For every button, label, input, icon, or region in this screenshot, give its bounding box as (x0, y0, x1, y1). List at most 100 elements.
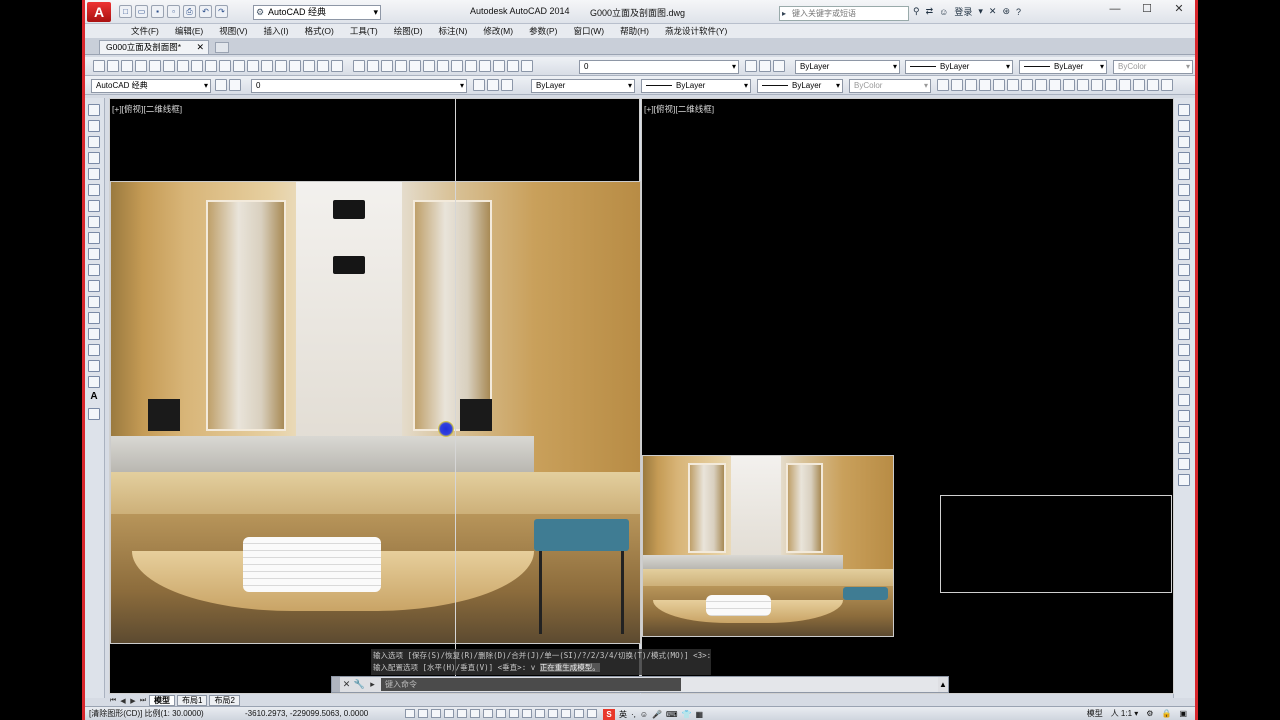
move-icon[interactable] (1178, 184, 1190, 196)
prev-tab-icon[interactable]: ◀ (119, 697, 127, 705)
plot-icon[interactable]: ⎙ (183, 5, 196, 18)
line-icon[interactable] (88, 104, 100, 116)
draworder-icon[interactable] (1178, 394, 1190, 406)
qp-icon[interactable] (561, 709, 571, 718)
chamfer-icon[interactable] (1178, 328, 1190, 340)
help-icon[interactable]: ? (1016, 7, 1021, 17)
workspace-combo[interactable]: AutoCAD 经典 (91, 79, 211, 93)
spline-icon[interactable] (88, 232, 100, 244)
skin-icon[interactable]: 👕 (682, 708, 692, 720)
break-icon[interactable] (1178, 296, 1190, 308)
bathroom-render-image[interactable] (110, 181, 641, 644)
wrench-icon[interactable]: 🔧 (353, 679, 366, 690)
close-icon[interactable]: ✕ (340, 679, 353, 690)
plotstyle-combo[interactable]: ByColor (849, 79, 931, 93)
first-tab-icon[interactable]: ⏮ (109, 697, 117, 705)
exchange-icon[interactable]: ⇄ (926, 6, 934, 17)
clean-screen-icon[interactable]: ▣ (1179, 707, 1187, 720)
new-icon[interactable]: □ (119, 5, 132, 18)
undo-icon[interactable]: ↶ (199, 5, 212, 18)
mic-icon[interactable]: 🎤 (652, 708, 662, 720)
tool-palette-icon[interactable] (479, 60, 491, 72)
snap-icon[interactable] (418, 709, 428, 718)
recent-commands-icon[interactable]: ▸ (366, 679, 379, 690)
annotation-scale[interactable]: 人 1:1 ▾ (1111, 707, 1139, 720)
layer-manager-icon[interactable] (229, 79, 241, 91)
quick-dim-icon[interactable] (1049, 79, 1061, 91)
save-as-icon[interactable]: ▫ (167, 5, 180, 18)
menu-help[interactable]: 帮助(H) (612, 24, 657, 38)
layer-previous-icon[interactable] (487, 79, 499, 91)
redo-icon[interactable] (367, 60, 379, 72)
search-input[interactable]: 键入关键字或短语 (779, 6, 909, 21)
text-icon[interactable]: A (88, 392, 100, 404)
binoculars-icon[interactable]: ⚲ (913, 6, 920, 17)
hatch-icon[interactable] (88, 328, 100, 340)
baseline-icon[interactable] (1063, 79, 1075, 91)
break-at-point-icon[interactable] (1178, 280, 1190, 292)
inspect-icon[interactable] (1147, 79, 1159, 91)
close-button[interactable]: ✕ (1163, 0, 1195, 18)
stretch-icon[interactable] (1178, 232, 1190, 244)
bathroom-render-thumbnail[interactable] (642, 455, 894, 637)
make-current-icon[interactable] (473, 79, 485, 91)
mirror-icon[interactable] (1178, 136, 1190, 148)
layer-prev-icon[interactable] (759, 60, 771, 72)
explode-icon[interactable] (1178, 376, 1190, 388)
trim-icon[interactable] (1178, 248, 1190, 260)
menu-tools[interactable]: 工具(T) (342, 24, 386, 38)
zoom-window-icon[interactable] (409, 60, 421, 72)
app-store-icon[interactable]: ✕ (989, 6, 997, 17)
lock-icon[interactable]: 🔒 (1161, 707, 1171, 720)
tab-layout1[interactable]: 布局1 (177, 695, 208, 706)
copy-icon[interactable] (1178, 120, 1190, 132)
next-tab-icon[interactable]: ▶ (129, 697, 137, 705)
markup-icon[interactable] (507, 60, 519, 72)
array-icon[interactable] (1178, 168, 1190, 180)
paste-icon[interactable] (205, 60, 217, 72)
space-icon[interactable] (1091, 79, 1103, 91)
osnap-icon[interactable] (470, 709, 480, 718)
publish-icon[interactable] (163, 60, 175, 72)
menu-dimension[interactable]: 标注(N) (431, 24, 476, 38)
color-combo-top[interactable]: ByLayer (795, 60, 900, 74)
plotstyle-combo-top[interactable]: ByColor (1113, 60, 1193, 74)
quickcalc-icon[interactable] (521, 60, 533, 72)
fillet-icon[interactable] (1178, 344, 1190, 356)
construction-line-icon[interactable] (88, 120, 100, 132)
extend-icon[interactable] (1178, 264, 1190, 276)
model-space-label[interactable]: 模型 (1087, 707, 1103, 720)
3d-osnap-icon[interactable] (483, 709, 493, 718)
join-icon[interactable] (1178, 312, 1190, 324)
tab-layout2[interactable]: 布局2 (209, 695, 240, 706)
dropdown-icon[interactable]: ▾ (978, 6, 983, 17)
linetype-combo-top[interactable]: ByLayer (905, 60, 1013, 74)
am-icon[interactable] (587, 709, 597, 718)
grid-icon[interactable] (431, 709, 441, 718)
linear-dim-icon[interactable] (937, 79, 949, 91)
radius-icon[interactable] (993, 79, 1005, 91)
ellipse-arc-icon[interactable] (88, 264, 100, 276)
layer-walk-icon[interactable] (501, 79, 513, 91)
zoom-realtime-icon[interactable] (395, 60, 407, 72)
bring-above-icon[interactable] (1178, 442, 1190, 454)
hatch-icon[interactable] (289, 60, 301, 72)
circle-icon[interactable] (88, 200, 100, 212)
layer-state-icon[interactable] (745, 60, 757, 72)
text-icon[interactable] (275, 60, 287, 72)
ime-language[interactable]: 英 (619, 708, 627, 720)
calc-icon[interactable] (317, 60, 329, 72)
pan-icon[interactable] (381, 60, 393, 72)
drawn-rectangle[interactable] (940, 495, 1172, 593)
tools-icon[interactable]: ▦ (696, 708, 704, 720)
polar-icon[interactable] (457, 709, 467, 718)
undo-icon[interactable] (353, 60, 365, 72)
blend-icon[interactable] (1178, 360, 1190, 372)
send-back-icon[interactable] (1178, 426, 1190, 438)
tab-model[interactable]: 模型 (149, 695, 175, 706)
menu-insert[interactable]: 插入(I) (256, 24, 297, 38)
menu-file[interactable]: 文件(F) (123, 24, 167, 38)
emoji-icon[interactable]: ☺ (640, 708, 648, 720)
minimize-button[interactable]: — (1099, 0, 1131, 18)
cut-icon[interactable] (177, 60, 189, 72)
